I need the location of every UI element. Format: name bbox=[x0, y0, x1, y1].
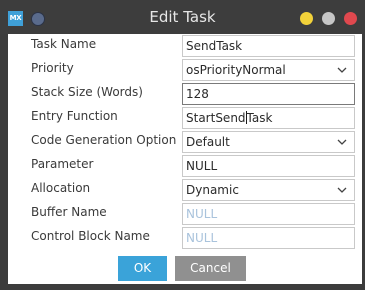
row-stack-size: Stack Size (Words) 128 bbox=[8, 82, 362, 106]
allocation-select[interactable]: Dynamic bbox=[182, 179, 355, 201]
task-name-input[interactable]: SendTask bbox=[182, 35, 355, 57]
row-allocation: Allocation Dynamic bbox=[8, 178, 362, 202]
stack-size-value: 128 bbox=[186, 87, 209, 101]
code-generation-label: Code Generation Option bbox=[31, 133, 177, 147]
task-name-value: SendTask bbox=[186, 39, 243, 53]
allocation-label: Allocation bbox=[31, 181, 91, 195]
code-generation-select[interactable]: Default bbox=[182, 131, 355, 153]
row-task-name: Task Name SendTask bbox=[8, 34, 362, 58]
entry-function-text-end: Task bbox=[246, 111, 273, 125]
row-entry-function: Entry Function StartSendTask bbox=[8, 106, 362, 130]
row-parameter: Parameter NULL bbox=[8, 154, 362, 178]
entry-function-value: StartSendTask bbox=[186, 111, 272, 125]
chevron-down-icon bbox=[337, 187, 347, 193]
buffer-name-input[interactable]: NULL bbox=[182, 203, 355, 225]
entry-function-label: Entry Function bbox=[31, 109, 118, 123]
control-block-name-label: Control Block Name bbox=[31, 229, 150, 243]
task-form: Task Name SendTask Priority osPriorityNo… bbox=[8, 34, 362, 284]
control-block-name-input[interactable]: NULL bbox=[182, 227, 355, 249]
minimize-button[interactable] bbox=[300, 12, 313, 25]
task-name-label: Task Name bbox=[31, 37, 97, 51]
code-generation-value: Default bbox=[186, 135, 230, 149]
stack-size-label: Stack Size (Words) bbox=[31, 85, 143, 99]
row-code-generation: Code Generation Option Default bbox=[8, 130, 362, 154]
control-block-name-placeholder: NULL bbox=[186, 231, 218, 245]
cancel-button[interactable]: Cancel bbox=[175, 256, 246, 281]
allocation-value: Dynamic bbox=[186, 183, 239, 197]
buffer-name-placeholder: NULL bbox=[186, 207, 218, 221]
row-control-block-name: Control Block Name NULL bbox=[8, 226, 362, 250]
parameter-label: Parameter bbox=[31, 157, 94, 171]
chevron-down-icon bbox=[337, 139, 347, 145]
row-priority: Priority osPriorityNormal bbox=[8, 58, 362, 82]
stack-size-input[interactable]: 128 bbox=[182, 83, 355, 105]
entry-function-input[interactable]: StartSendTask bbox=[182, 107, 355, 129]
row-buffer-name: Buffer Name NULL bbox=[8, 202, 362, 226]
parameter-value: NULL bbox=[186, 159, 218, 173]
parameter-input[interactable]: NULL bbox=[182, 155, 355, 177]
chevron-down-icon bbox=[337, 67, 347, 73]
close-button[interactable] bbox=[344, 12, 357, 25]
priority-value: osPriorityNormal bbox=[186, 63, 286, 77]
maximize-button[interactable] bbox=[322, 12, 335, 25]
edit-task-dialog: MX Edit Task Task Name SendTask Priority… bbox=[0, 0, 365, 290]
ok-button[interactable]: OK bbox=[118, 256, 167, 281]
priority-label: Priority bbox=[31, 61, 74, 75]
entry-function-text-start: StartSend bbox=[186, 111, 246, 125]
buffer-name-label: Buffer Name bbox=[31, 205, 107, 219]
title-bar: MX Edit Task bbox=[0, 0, 365, 34]
priority-select[interactable]: osPriorityNormal bbox=[182, 59, 355, 81]
